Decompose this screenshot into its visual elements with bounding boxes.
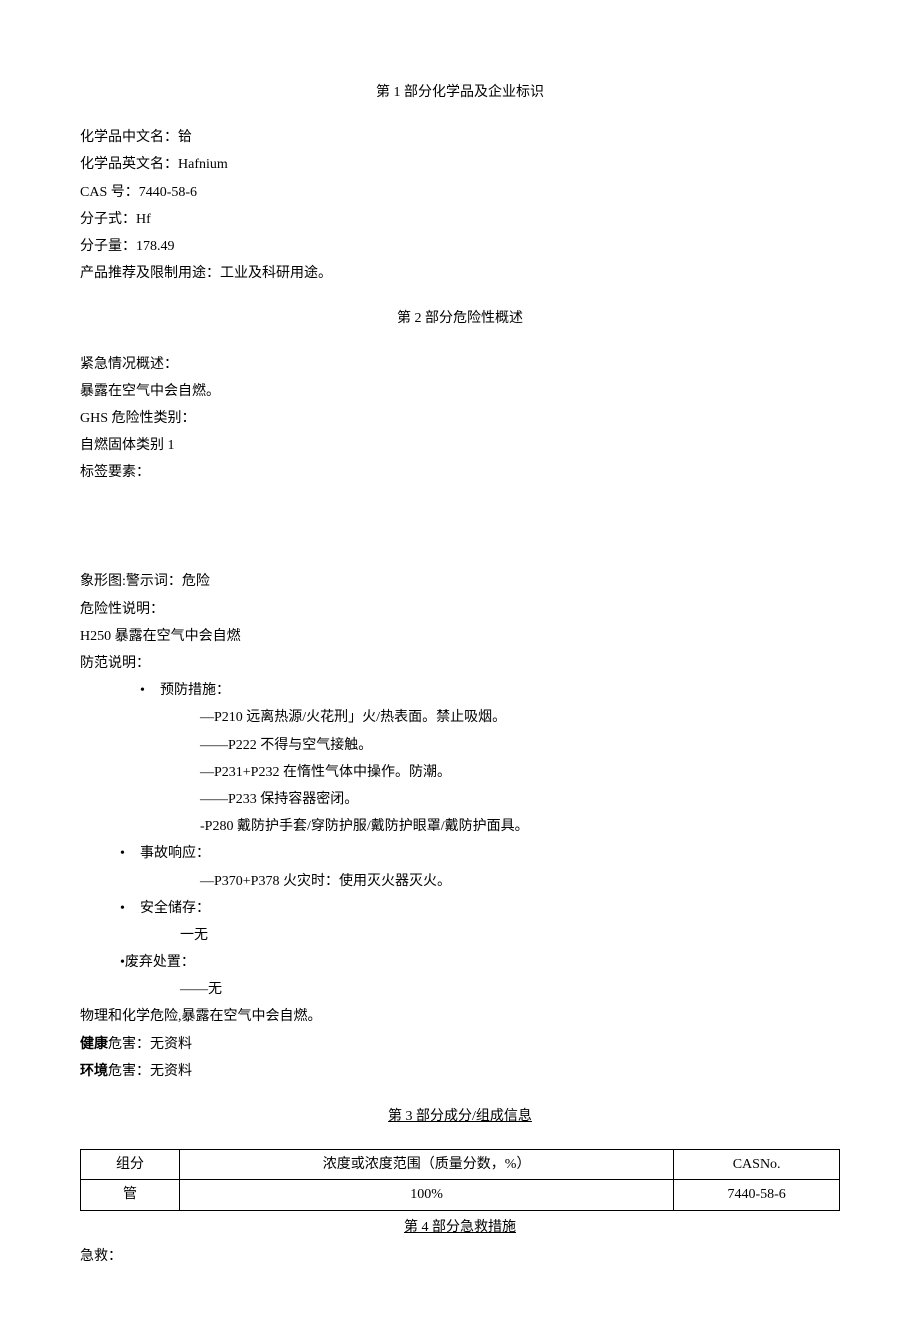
en-name-label: 化学品英文名： (80, 157, 178, 172)
en-name-value: Hafnium (178, 157, 228, 172)
response-block: 事故响应： (80, 841, 840, 866)
storage-item: 一无 (180, 923, 840, 948)
section2-title: 第 2 部分危险性概述 (80, 306, 840, 331)
formula-label: 分子式： (80, 212, 136, 227)
health-label: 健康 (80, 1037, 108, 1052)
prevention-title: 预防措施： (160, 678, 840, 703)
cas-value: 7440-58-6 (139, 185, 197, 200)
use-label: 产品推荐及限制用途： (80, 266, 220, 281)
table-header: 组分 (81, 1150, 180, 1180)
emergency-label: 紧急情况概述： (80, 352, 840, 377)
response-items: —P370+P378 火灾时：使用灭火器灭火。 (80, 869, 840, 894)
prevention-item: —P231+P232 在惰性气体中操作。防潮。 (200, 760, 840, 785)
table-row: 管 100% 7440-58-6 (81, 1180, 840, 1210)
env-text: 危害：无资料 (108, 1064, 192, 1079)
health-text: 危害：无资料 (108, 1037, 192, 1052)
disposal-item: ——无 (180, 977, 840, 1002)
emergency-text: 暴露在空气中会自燃。 (80, 379, 840, 404)
label-elements: 标签要素： (80, 460, 840, 485)
storage-items: 一无 (80, 923, 840, 948)
pictogram-text: 象形图:警示词：危险 (80, 569, 840, 594)
precaution-label: 防范说明： (80, 651, 840, 676)
formula-value: Hf (136, 212, 151, 227)
first-aid-label: 急救： (80, 1244, 840, 1269)
hazard-label: 危险性说明： (80, 597, 840, 622)
section1-title: 第 1 部分化学品及企业标识 (80, 80, 840, 105)
ghs-text: 自燃固体类别 1 (80, 433, 840, 458)
prevention-item: ——P222 不得与空气接触。 (200, 733, 840, 758)
section2-content: 紧急情况概述： 暴露在空气中会自燃。 GHS 危险性类别： 自燃固体类别 1 标… (80, 352, 840, 1085)
storage-title: 安全储存： (140, 896, 840, 921)
table-cell: 100% (180, 1180, 674, 1210)
ghs-label: GHS 危险性类别： (80, 406, 840, 431)
use-value: 工业及科研用途。 (220, 266, 332, 281)
prevention-items: —P210 远离热源/火花刑」火/热表面。禁止吸烟。 ——P222 不得与空气接… (80, 705, 840, 839)
mw-value: 178.49 (136, 239, 175, 254)
table-cell: 管 (81, 1180, 180, 1210)
disposal-title: •废弃处置： (120, 950, 840, 975)
section3-title: 第 3 部分成分/组成信息 (80, 1104, 840, 1129)
env-label: 环境 (80, 1064, 108, 1079)
storage-block: 安全储存： (80, 896, 840, 921)
table-header-row: 组分 浓度或浓度范围（质量分数，%） CASNo. (81, 1150, 840, 1180)
prevention-item: ——P233 保持容器密闭。 (200, 787, 840, 812)
composition-table: 组分 浓度或浓度范围（质量分数，%） CASNo. 管 100% 7440-58… (80, 1149, 840, 1210)
table-header: 浓度或浓度范围（质量分数，%） (180, 1150, 674, 1180)
zh-name-label: 化学品中文名： (80, 130, 178, 145)
cas-label: CAS 号： (80, 185, 139, 200)
mw-label: 分子量： (80, 239, 136, 254)
table-cell: 7440-58-6 (674, 1180, 840, 1210)
section1-content: 化学品中文名：铪 化学品英文名：Hafnium CAS 号：7440-58-6 … (80, 125, 840, 286)
phys-chem-text: 物理和化学危险,暴露在空气中会自燃。 (80, 1004, 840, 1029)
response-item: —P370+P378 火灾时：使用灭火器灭火。 (200, 869, 840, 894)
section4-content: 急救： (80, 1244, 840, 1269)
prevention-block: 预防措施： (80, 678, 840, 703)
section4-title: 第 4 部分急救措施 (80, 1215, 840, 1240)
prevention-item: -P280 戴防护手套/穿防护服/戴防护眼罩/戴防护面具。 (200, 814, 840, 839)
response-title: 事故响应： (140, 841, 840, 866)
zh-name-value: 铪 (178, 130, 192, 145)
table-header: CASNo. (674, 1150, 840, 1180)
hazard-text: H250 暴露在空气中会自燃 (80, 624, 840, 649)
prevention-item: —P210 远离热源/火花刑」火/热表面。禁止吸烟。 (200, 705, 840, 730)
disposal-items: ——无 (80, 977, 840, 1002)
